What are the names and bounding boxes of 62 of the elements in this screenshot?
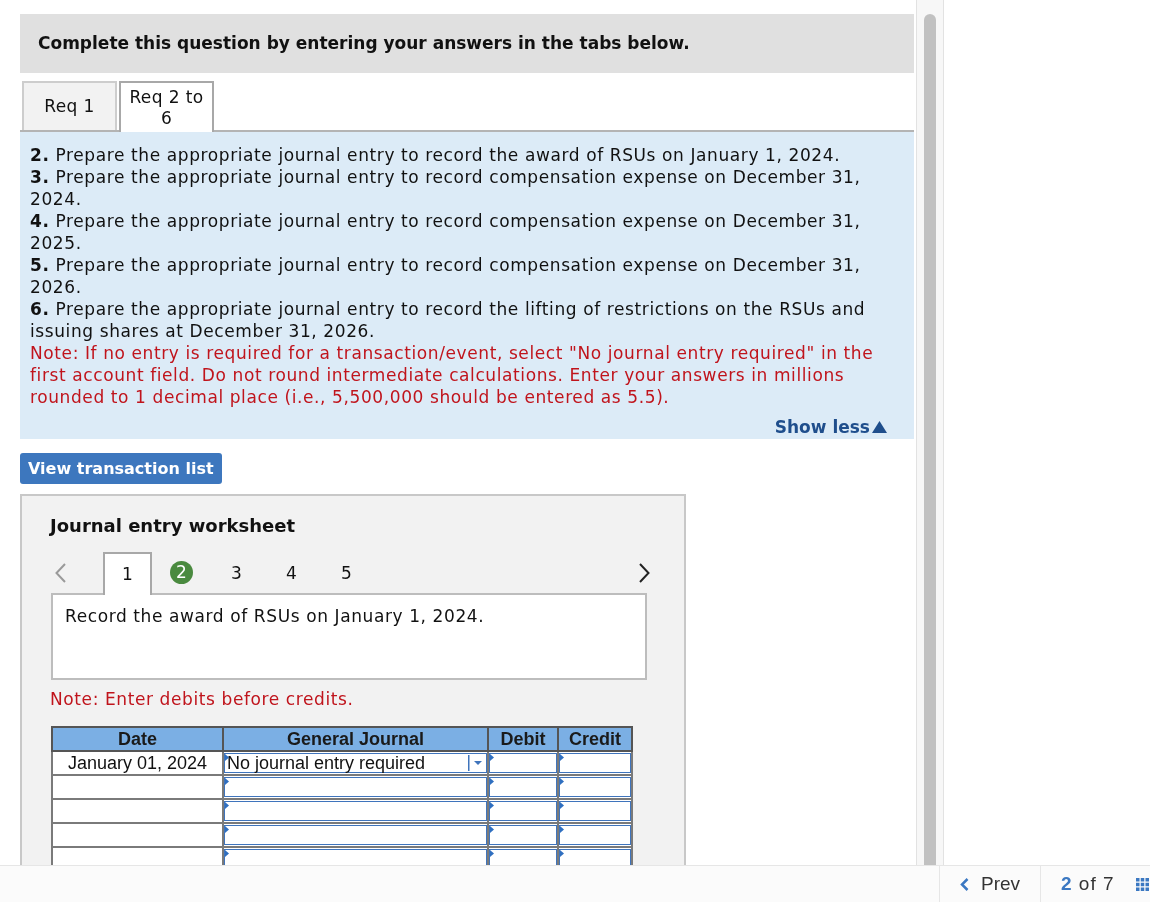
corner-marker-icon [225, 850, 229, 857]
worksheet-title: Journal entry worksheet [50, 515, 297, 537]
chevron-left-icon [960, 877, 969, 891]
page-tab[interactable]: 5 [341, 562, 352, 583]
column-header: General Journal [223, 727, 488, 751]
credit-field[interactable] [559, 801, 631, 821]
corner-marker-icon [560, 802, 564, 809]
table-cell: January 01, 2024 [52, 751, 223, 775]
page-tab[interactable]: 3 [231, 562, 242, 583]
prev-button[interactable]: Prev [940, 866, 1041, 902]
account-field[interactable]: No journal entry required [224, 753, 487, 773]
view-transaction-list-button[interactable]: View transaction list [20, 453, 222, 484]
note-text: Note: If no entry is required for a transaction/event, select "No journal entry required" in the first account field. Do not round intermediate calculations. Enter your answers in millions rounded to 1 decimal place (i.e., 5,500,000 should be entered as 5.5). [30, 342, 875, 408]
page-tab[interactable]: 1 [103, 552, 152, 595]
debit-field[interactable] [489, 825, 557, 845]
dropdown-caret-icon[interactable] [468, 754, 484, 772]
grid-menu-icon[interactable] [1136, 877, 1149, 891]
instruction-text: 4. Prepare the appropriate journal entry to record compensation expense on December 31, 2025. [30, 210, 862, 254]
corner-marker-icon [560, 754, 564, 761]
requirement-tab[interactable]: Req 1 [22, 81, 117, 130]
corner-marker-icon [490, 826, 494, 833]
corner-marker-icon [225, 826, 229, 833]
corner-marker-icon [225, 754, 229, 761]
corner-marker-icon [560, 826, 564, 833]
requirement-tab[interactable]: Req 2 to 6 [119, 81, 214, 132]
debit-field[interactable] [489, 801, 557, 821]
corner-marker-icon [490, 778, 494, 785]
scrollbar-thumb[interactable] [924, 14, 936, 865]
corner-marker-icon [490, 754, 494, 761]
account-field[interactable] [224, 801, 487, 821]
triangle-up-icon [872, 421, 887, 433]
instruction-text: 3. Prepare the appropriate journal entry to record compensation expense on December 31, 2024. [30, 166, 862, 210]
chevron-right-icon[interactable] [639, 562, 650, 583]
corner-marker-icon [225, 778, 229, 785]
account-field[interactable] [224, 777, 487, 797]
debits-note-text: Note: Enter debits before credits. [50, 689, 355, 709]
corner-marker-icon [560, 778, 564, 785]
debit-field[interactable] [489, 753, 557, 773]
corner-marker-icon [490, 802, 494, 809]
account-field[interactable] [224, 849, 487, 865]
account-field[interactable] [224, 825, 487, 845]
credit-field[interactable] [559, 753, 631, 773]
corner-marker-icon [225, 802, 229, 809]
credit-field[interactable] [559, 777, 631, 797]
credit-field[interactable] [559, 849, 631, 865]
show-less-link[interactable]: Show less [774, 417, 887, 437]
column-header: Debit [488, 727, 558, 751]
instruction-text: 6. Prepare the appropriate journal entry to record the lifting of restrictions on the RSUs and issuing shares at December 31, 2026. [30, 298, 867, 342]
corner-marker-icon [560, 850, 564, 857]
corner-marker-icon [490, 850, 494, 857]
column-header: Credit [558, 727, 632, 751]
debit-field[interactable] [489, 849, 557, 865]
column-header: Date [52, 727, 223, 751]
credit-field[interactable] [559, 825, 631, 845]
instruction-text: 5. Prepare the appropriate journal entry to record compensation expense on December 31, 2026. [30, 254, 862, 298]
page-tab[interactable]: 2 [170, 561, 193, 584]
page-position-text: 2 of 7 [1061, 871, 1115, 896]
debit-field[interactable] [489, 777, 557, 797]
prompt-text: Record the award of RSUs on January 1, 2024. [65, 606, 486, 626]
page-tab[interactable]: 4 [286, 562, 297, 583]
instruction-heading: Complete this question by entering your answers in the tabs below. [38, 32, 690, 55]
instruction-text: 2. Prepare the appropriate journal entry to record the award of RSUs on January 1, 2024. [30, 144, 842, 166]
